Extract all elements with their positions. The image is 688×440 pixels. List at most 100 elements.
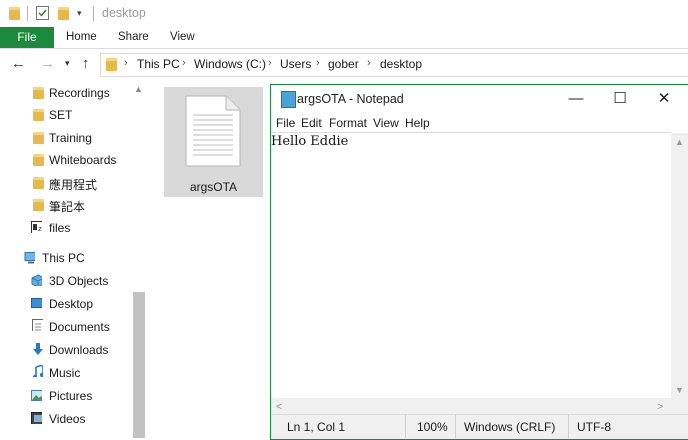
sidebar-item-apps[interactable]: 應用程式 — [0, 172, 130, 194]
computer-icon — [24, 252, 35, 264]
customize-toolbar-icon[interactable]: ▾ — [77, 8, 82, 19]
sidebar-item-training[interactable]: Training — [0, 127, 130, 149]
sidebar-item-videos[interactable]: Videos — [0, 408, 130, 430]
sidebar-item-label: Pictures — [49, 389, 93, 403]
sidebar-item-label: Music — [49, 366, 81, 380]
navigation-pane: Recordings SET Training Whiteboards 應用程式… — [0, 80, 146, 438]
properties-icon[interactable] — [36, 6, 49, 20]
sidebar-item-this-pc[interactable]: This PC — [0, 247, 130, 269]
horizontal-scrollbar[interactable]: < > — [271, 398, 671, 414]
sidebar-item-label: Downloads — [49, 343, 109, 357]
sidebar-scrollbar-thumb[interactable] — [133, 292, 145, 438]
downloads-icon — [33, 343, 43, 355]
document-text: Hello Eddie — [271, 134, 349, 149]
music-icon — [32, 365, 43, 377]
breadcrumb-users[interactable]: Users — [280, 57, 311, 71]
new-folder-icon[interactable] — [58, 7, 69, 20]
notepad-title: argsOTA - Notepad — [297, 92, 404, 106]
sidebar-item-set[interactable]: SET — [0, 104, 130, 126]
scroll-up-arrow-icon[interactable]: ▲ — [134, 84, 143, 94]
scroll-up-arrow-icon[interactable]: ▲ — [675, 137, 684, 147]
notepad-text-area[interactable]: Hello Eddie — [271, 132, 671, 399]
archive-icon: z — [31, 221, 42, 233]
tab-share[interactable]: Share — [118, 27, 149, 48]
file-name-label: argsOTA — [189, 180, 238, 194]
chevron-right-icon[interactable]: › — [367, 57, 371, 69]
text-document-icon — [185, 95, 241, 167]
chevron-right-icon[interactable]: › — [316, 57, 320, 69]
explorer-titlebar: ▾ desktop — [0, 0, 688, 27]
sidebar-item-label: Documents — [49, 320, 110, 334]
sidebar-item-label: This PC — [42, 251, 85, 265]
sidebar-item-notebook[interactable]: 筆記本 — [0, 194, 130, 216]
back-arrow-icon[interactable]: ← — [11, 55, 26, 72]
sidebar-item-3d-objects[interactable]: 3D Objects — [0, 270, 130, 292]
folder-icon — [33, 154, 44, 166]
sidebar-item-label: SET — [49, 108, 73, 122]
chevron-right-icon[interactable]: › — [124, 57, 128, 69]
status-zoom: 100% — [417, 420, 448, 434]
recent-locations-icon[interactable]: ▾ — [65, 58, 70, 69]
sidebar-item-whiteboards[interactable]: Whiteboards — [0, 149, 130, 171]
sidebar-item-label: Training — [49, 131, 92, 145]
sidebar-item-pictures[interactable]: Pictures — [0, 385, 130, 407]
sidebar-item-label: files — [49, 221, 71, 235]
divider — [455, 415, 456, 438]
scroll-right-arrow-icon[interactable]: > — [657, 401, 663, 413]
maximize-button[interactable]: ☐ — [598, 87, 642, 111]
status-encoding: UTF-8 — [577, 420, 611, 434]
folder-icon — [9, 7, 20, 20]
chevron-right-icon[interactable]: › — [182, 57, 186, 69]
sidebar-item-label: 3D Objects — [49, 274, 109, 288]
desktop-icon — [31, 298, 42, 308]
status-line-ending: Windows (CRLF) — [464, 420, 556, 434]
breadcrumb-this-pc[interactable]: This PC — [137, 57, 180, 71]
sidebar-item-files[interactable]: z files — [0, 217, 130, 239]
folder-icon — [33, 132, 44, 144]
breadcrumb-windows-c[interactable]: Windows (C:) — [194, 57, 266, 71]
scrollbar-corner — [671, 398, 688, 414]
sidebar-item-label: 筆記本 — [49, 200, 86, 214]
ribbon — [0, 27, 688, 49]
sidebar-item-music[interactable]: Music — [0, 362, 130, 384]
tab-home[interactable]: Home — [66, 27, 97, 48]
minimize-button[interactable]: — — [554, 87, 598, 111]
documents-icon — [32, 319, 43, 331]
sidebar-item-documents[interactable]: Documents — [0, 316, 130, 338]
menu-help[interactable]: Help — [405, 116, 430, 130]
tab-file[interactable]: File — [0, 27, 54, 48]
folder-icon — [33, 199, 44, 211]
scroll-down-arrow-icon[interactable]: ▼ — [675, 385, 684, 395]
sidebar-item-label: Desktop — [49, 297, 94, 311]
vertical-scrollbar[interactable]: ▲ ▼ — [671, 133, 688, 398]
divider — [405, 415, 406, 438]
breadcrumb-desktop[interactable]: desktop — [380, 57, 422, 71]
folder-icon — [33, 177, 44, 189]
sidebar-item-desktop[interactable]: Desktop — [0, 293, 130, 315]
menu-format[interactable]: Format — [329, 116, 367, 130]
window-title: desktop — [102, 6, 146, 20]
sidebar-item-recordings[interactable]: Recordings — [0, 82, 130, 104]
pictures-icon — [31, 390, 42, 401]
notepad-icon[interactable] — [281, 91, 296, 108]
sidebar-item-label: Videos — [49, 412, 86, 426]
breadcrumb-gober[interactable]: gober — [328, 57, 359, 71]
chevron-right-icon[interactable]: › — [268, 57, 272, 69]
menu-view[interactable]: View — [373, 116, 399, 130]
sidebar-item-label: Whiteboards — [49, 153, 117, 167]
videos-icon — [31, 412, 42, 424]
folder-icon — [33, 109, 44, 121]
sidebar-item-downloads[interactable]: Downloads — [0, 339, 130, 361]
close-button[interactable]: ✕ — [642, 87, 686, 111]
up-arrow-icon[interactable]: ↑ — [82, 55, 90, 72]
tab-view[interactable]: View — [170, 27, 195, 48]
forward-arrow-icon[interactable]: → — [40, 55, 55, 72]
menu-edit[interactable]: Edit — [301, 116, 322, 130]
scroll-left-arrow-icon[interactable]: < — [276, 401, 282, 413]
3d-objects-icon — [31, 274, 42, 286]
sidebar-item-label: Recordings — [49, 86, 110, 100]
status-cursor-position: Ln 1, Col 1 — [287, 420, 346, 434]
divider — [568, 415, 569, 438]
menu-file[interactable]: File — [276, 116, 295, 130]
folder-icon — [106, 58, 117, 71]
